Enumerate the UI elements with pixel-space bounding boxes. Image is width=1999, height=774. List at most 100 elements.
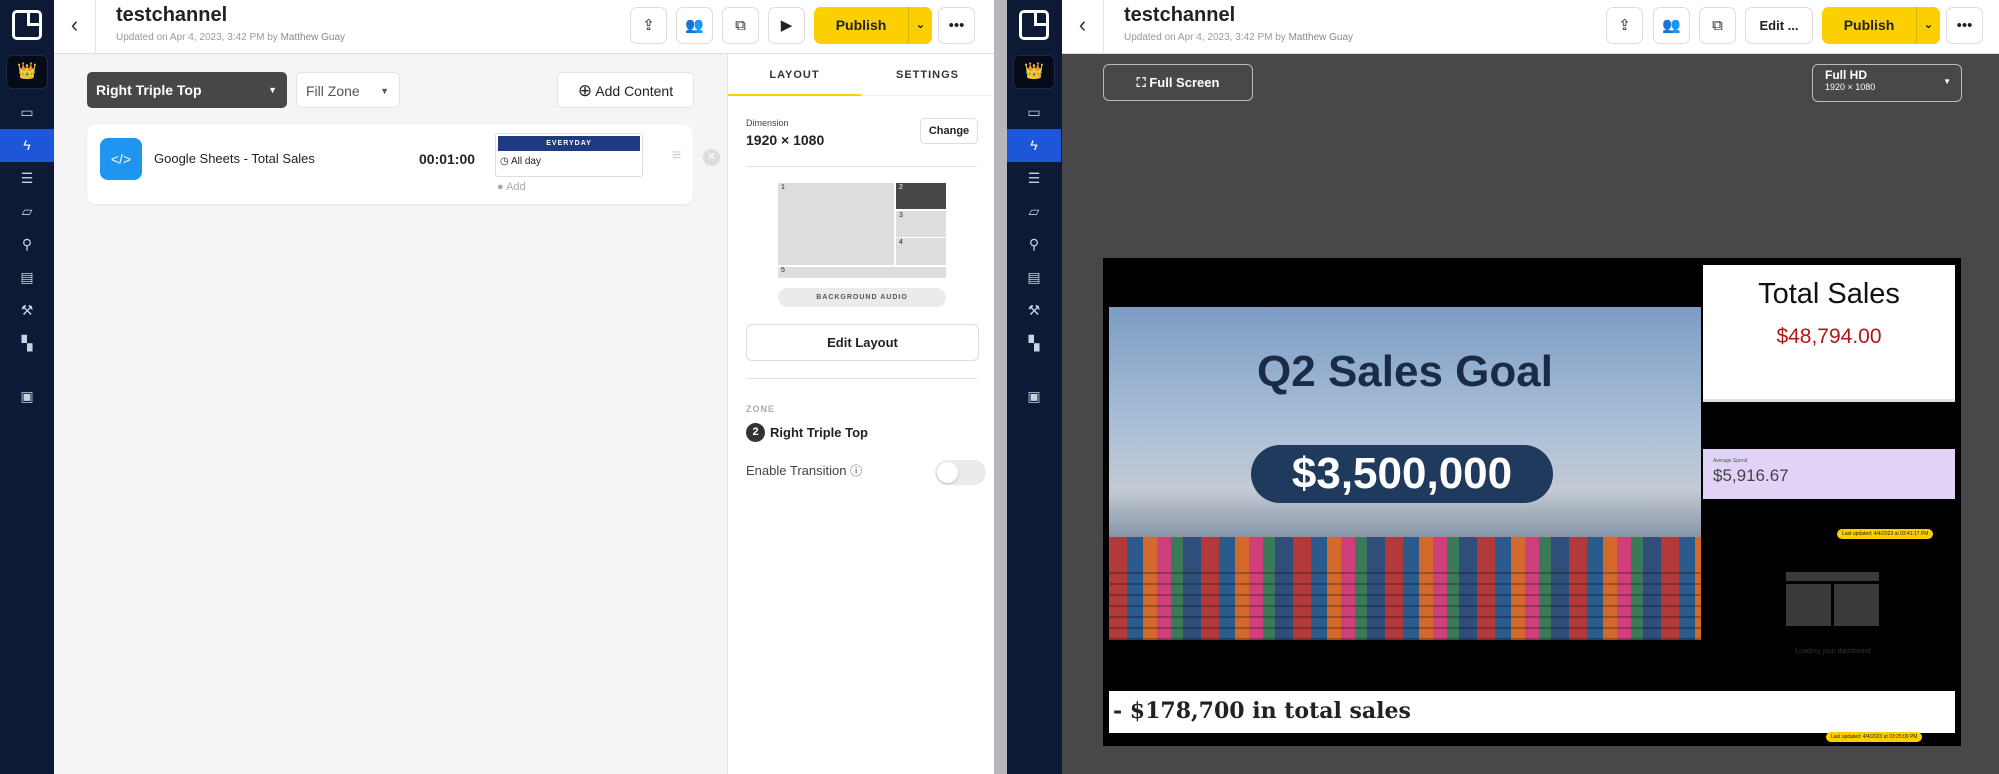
ticker-text: - $178,700 in total sales bbox=[1109, 691, 1955, 733]
help-icon[interactable]: ⓘ bbox=[850, 464, 862, 478]
total-sales-title: Total Sales bbox=[1758, 278, 1900, 310]
screens-icon[interactable]: ▭ bbox=[0, 96, 54, 129]
share-button[interactable]: ⇪ bbox=[630, 7, 667, 44]
zone-3[interactable]: 3 bbox=[896, 211, 946, 237]
folder-icon[interactable]: ▱ bbox=[1007, 195, 1061, 228]
link-icon[interactable]: ⚲ bbox=[0, 228, 54, 261]
folder-icon[interactable]: ▱ bbox=[0, 195, 54, 228]
duplicate-button[interactable]: ⧉ bbox=[722, 7, 759, 44]
zone-1-sales-goal-image: Q2 Sales Goal $3,500,000 bbox=[1109, 307, 1701, 640]
expand-icon: ⛶ bbox=[1136, 75, 1146, 90]
edit-button[interactable]: Edit ... bbox=[1745, 7, 1813, 44]
org-crown-icon[interactable]: 👑 bbox=[6, 55, 48, 89]
background-audio-button[interactable]: BACKGROUND AUDIO bbox=[778, 288, 946, 307]
preview-play-button[interactable]: ▶ bbox=[768, 7, 805, 44]
lightning-icon[interactable]: ϟ bbox=[0, 129, 54, 162]
zone-number-badge: 2 bbox=[746, 423, 765, 442]
last-updated-badge: Last updated: 4/4/2023 at 03:41:17 PM bbox=[1837, 529, 1934, 539]
window-divider[interactable] bbox=[994, 0, 1007, 774]
code-app-icon: </> bbox=[100, 138, 142, 180]
channel-title: testchannel bbox=[1124, 4, 1236, 26]
content-item[interactable]: </> Google Sheets - Total Sales 00:01:00… bbox=[87, 125, 720, 204]
playlist-icon[interactable]: ☰ bbox=[1007, 162, 1061, 195]
full-screen-button[interactable]: ⛶ Full Screen bbox=[1103, 64, 1253, 101]
average-spend-label: Average Spend bbox=[1713, 458, 1748, 464]
tab-layout[interactable]: LAYOUT bbox=[728, 54, 861, 96]
publish-dropdown-chevron-icon[interactable]: ⌄ bbox=[1916, 7, 1940, 44]
org-crown-icon[interactable]: 👑 bbox=[1013, 55, 1055, 89]
tools-icon[interactable]: ⚒ bbox=[1007, 294, 1061, 327]
zone-4[interactable]: 4 bbox=[896, 238, 946, 265]
add-schedule-button[interactable]: ● Add bbox=[497, 181, 526, 193]
fill-mode-select[interactable]: Fill Zone ▼ bbox=[296, 72, 400, 108]
add-content-button[interactable]: ⊕ Add Content bbox=[557, 72, 694, 108]
publish-button[interactable]: Publish ⌄ bbox=[1822, 7, 1940, 44]
edit-layout-button[interactable]: Edit Layout bbox=[746, 324, 979, 361]
zone-select[interactable]: Right Triple Top ▼ bbox=[87, 72, 287, 108]
schedule-badge: EVERYDAY bbox=[498, 136, 640, 151]
remove-item-icon[interactable]: ✕ bbox=[703, 149, 720, 166]
layout-thumbnail[interactable]: 1 2 3 4 5 bbox=[778, 183, 946, 278]
loading-text: Loading your dashboard bbox=[1795, 648, 1871, 655]
more-options-button[interactable]: ••• bbox=[938, 7, 975, 44]
playlist-icon[interactable]: ☰ bbox=[0, 162, 54, 195]
tools-icon[interactable]: ⚒ bbox=[0, 294, 54, 327]
schedule-time: All day bbox=[510, 156, 541, 167]
duplicate-button[interactable]: ⧉ bbox=[1699, 7, 1736, 44]
link-icon[interactable]: ⚲ bbox=[1007, 228, 1061, 261]
loading-skeleton bbox=[1786, 584, 1831, 626]
back-button[interactable]: ‹ bbox=[54, 0, 96, 54]
reports-icon[interactable]: ▤ bbox=[0, 261, 54, 294]
content-name[interactable]: Google Sheets - Total Sales bbox=[154, 151, 315, 166]
content-editor: Right Triple Top ▼ Fill Zone ▼ ⊕ Add Conte… bbox=[54, 54, 727, 774]
enable-transition-label: Enable Transition ⓘ bbox=[746, 463, 863, 478]
total-sales-value: $48,794.00 bbox=[1776, 325, 1882, 348]
publish-button[interactable]: Publish ⌄ bbox=[814, 7, 932, 44]
loading-skeleton bbox=[1786, 572, 1879, 581]
zone-2[interactable]: 2 bbox=[896, 183, 946, 209]
zone-5[interactable]: 5 bbox=[778, 267, 946, 278]
schedule-box[interactable]: EVERYDAY ◷ All day bbox=[495, 133, 643, 177]
container-rows bbox=[1109, 569, 1701, 640]
publish-dropdown-chevron-icon[interactable]: ⌄ bbox=[908, 7, 932, 44]
preview-area: ⛶ Full Screen Full HD 1920 × 1080 ▼ Q2 S… bbox=[1062, 54, 1999, 774]
divider bbox=[746, 166, 977, 167]
zone-heading: ZONE bbox=[746, 404, 776, 414]
dropdown-caret-icon: ▼ bbox=[1943, 77, 1951, 86]
layout-panel: LAYOUT SETTINGS Dimension 1920 × 1080 Ch… bbox=[727, 54, 994, 774]
clock-icon: ◷ bbox=[500, 156, 509, 167]
tab-settings[interactable]: SETTINGS bbox=[861, 54, 994, 96]
reports-icon[interactable]: ▤ bbox=[1007, 261, 1061, 294]
resolution-select[interactable]: Full HD 1920 × 1080 ▼ bbox=[1812, 64, 1962, 102]
app-logo-icon[interactable] bbox=[12, 10, 42, 40]
apps-icon[interactable]: ▚ bbox=[0, 327, 54, 360]
editor-header: ‹ testchannel Updated on Apr 4, 2023, 3:… bbox=[54, 0, 994, 54]
left-nav-sidebar: 👑 ▭ ϟ ☰ ▱ ⚲ ▤ ⚒ ▚ ▣ bbox=[0, 0, 54, 774]
lightning-icon[interactable]: ϟ bbox=[1007, 129, 1061, 162]
screens-icon[interactable]: ▭ bbox=[1007, 96, 1061, 129]
users-button[interactable]: 👥 bbox=[1653, 7, 1690, 44]
dimension-value: 1920 × 1080 bbox=[746, 132, 825, 148]
more-options-button[interactable]: ••• bbox=[1946, 7, 1983, 44]
drag-handle-icon[interactable]: ≡ bbox=[672, 147, 681, 165]
goal-headline: Q2 Sales Goal bbox=[1257, 347, 1553, 396]
channel-title: testchannel bbox=[116, 4, 228, 26]
content-duration[interactable]: 00:01:00 bbox=[419, 151, 475, 167]
apps-icon[interactable]: ▚ bbox=[1007, 327, 1061, 360]
zone-1[interactable]: 1 bbox=[778, 183, 894, 265]
preview-header: ‹ testchannel Updated on Apr 4, 2023, 3:… bbox=[1062, 0, 1999, 54]
loading-skeleton bbox=[1834, 584, 1879, 626]
screen-preview: Q2 Sales Goal $3,500,000 Total Sales $48… bbox=[1103, 258, 1961, 746]
share-button[interactable]: ⇪ bbox=[1606, 7, 1643, 44]
updated-info: Updated on Apr 4, 2023, 3:42 PM by Matth… bbox=[116, 32, 346, 43]
average-spend-widget: Average Spend $5,916.67 bbox=[1703, 449, 1955, 499]
back-button[interactable]: ‹ bbox=[1062, 0, 1104, 54]
plus-circle-icon: ⊕ bbox=[577, 81, 593, 100]
casting-icon[interactable]: ▣ bbox=[0, 380, 54, 413]
change-dimension-button[interactable]: Change bbox=[920, 118, 978, 144]
casting-icon[interactable]: ▣ bbox=[1007, 380, 1061, 413]
users-button[interactable]: 👥 bbox=[676, 7, 713, 44]
zone-name: Right Triple Top bbox=[770, 425, 868, 440]
transition-toggle[interactable] bbox=[935, 460, 986, 485]
app-logo-icon[interactable] bbox=[1019, 10, 1049, 40]
